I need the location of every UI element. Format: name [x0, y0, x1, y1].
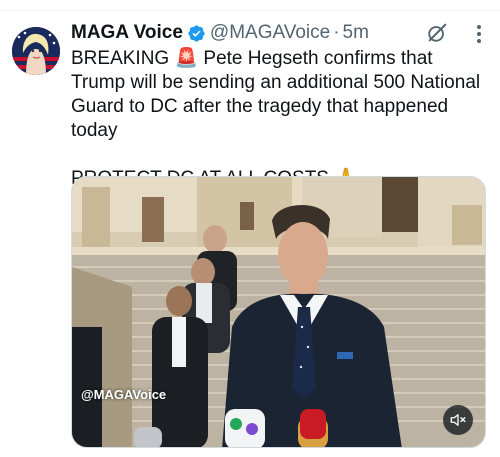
volume-muted-icon	[450, 414, 466, 426]
post-text: BREAKING 🚨 Pete Hegseth confirms that Tr…	[71, 47, 491, 191]
avatar[interactable]	[12, 27, 60, 75]
post-video[interactable]: @MAGAVoice	[71, 176, 486, 448]
grok-icon[interactable]	[426, 22, 448, 44]
post-timestamp[interactable]: 5m	[343, 22, 369, 44]
separator-dot: ·	[333, 22, 340, 43]
post-text-line-1: BREAKING 🚨 Pete Hegseth confirms that Tr…	[71, 48, 481, 141]
avatar-image	[12, 27, 60, 75]
more-options-icon[interactable]	[476, 25, 482, 43]
video-frame	[72, 177, 485, 447]
author-name[interactable]: MAGA Voice	[71, 22, 183, 44]
author-handle[interactable]: @MAGAVoice	[210, 22, 330, 44]
video-watermark: @MAGAVoice	[81, 387, 167, 402]
verified-badge-icon	[187, 24, 206, 43]
top-divider	[0, 10, 500, 11]
mute-button[interactable]	[443, 405, 473, 435]
